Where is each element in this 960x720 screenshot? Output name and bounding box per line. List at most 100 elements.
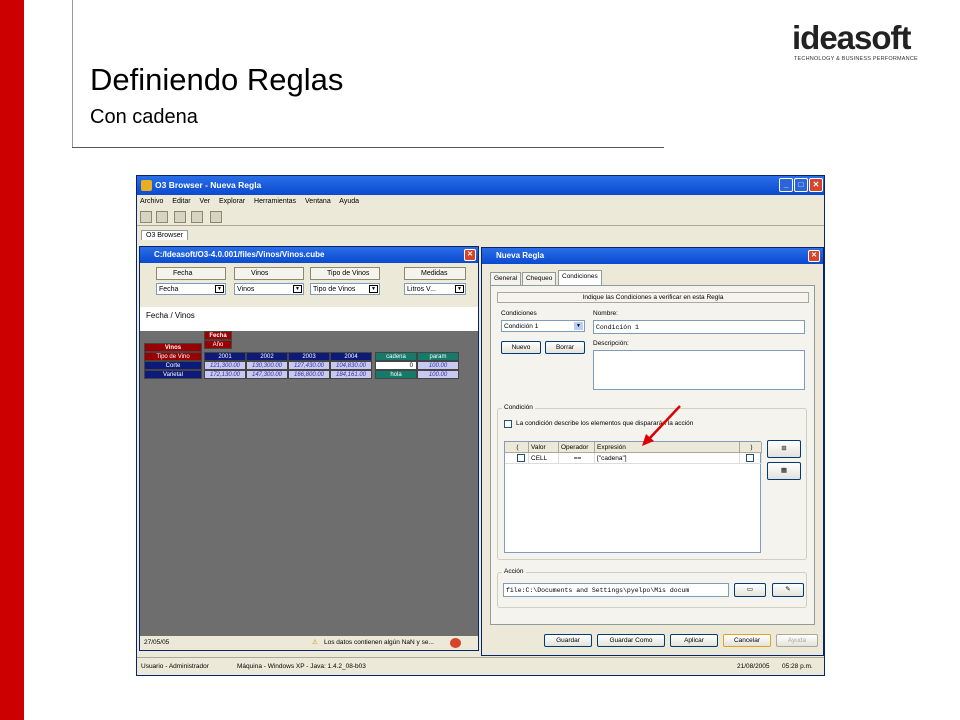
save-icon[interactable] [156,211,168,223]
dimension-header[interactable]: Fecha [156,267,226,280]
cell-operador[interactable]: == [559,453,595,464]
dialog-close-icon[interactable]: ✕ [808,250,820,262]
chevron-down-icon[interactable]: ▼ [574,322,583,330]
dimension-select[interactable]: Litros V... ▼ [404,283,466,295]
export-icon[interactable] [174,211,186,223]
data-cell[interactable]: 166,800.00 [288,370,330,379]
tab-chequeo[interactable]: Chequeo [522,272,557,285]
menu-herramientas[interactable]: Herramientas [254,198,296,205]
dimension-tipo-de-vinos[interactable]: Tipo de Vinos Tipo de Vinos ▼ [310,267,380,298]
cancelar-button[interactable]: Cancelar [723,634,771,647]
print-icon[interactable] [191,211,203,223]
dimension-header[interactable]: Vinos [234,267,304,280]
data-cell[interactable]: 172,130.00 [204,370,246,379]
warning-icon: ⚠ [312,639,318,646]
cadena-cell[interactable]: hola [375,370,417,379]
aplicar-button[interactable]: Aplicar [670,634,718,647]
accion-group-title: Acción [502,568,526,575]
year-header[interactable]: 2001 [204,352,246,361]
dimension-medidas[interactable]: Medidas Litros V... ▼ [404,267,466,298]
cell-expresion[interactable]: ["cadena"] [595,453,740,464]
app-titlebar: O3 Browser - Nueva Regla _ □ ✕ [137,176,824,195]
dimension-vinos[interactable]: Vinos Vinos ▼ [234,267,304,298]
cube-close-icon[interactable]: ✕ [464,249,476,261]
year-header[interactable]: 2003 [288,352,330,361]
row-level-header[interactable]: Tipo de Vino [144,352,202,361]
col-operador: Operador [559,442,595,453]
data-cell[interactable]: 147,300.00 [246,370,288,379]
year-header[interactable]: 2004 [330,352,372,361]
nuevo-button[interactable]: Nuevo [501,341,541,354]
dimension-header[interactable]: Tipo de Vinos [310,267,380,280]
col-dim-header[interactable]: Fecha [204,331,232,340]
delete-row-icon[interactable]: ▦ [767,462,801,480]
col-open-paren: ( [505,442,529,453]
status-user: Usuario - Administrador [141,663,209,670]
tab-o3-browser[interactable]: O3 Browser [141,230,188,240]
condicion-group-title: Condición [502,404,535,411]
chevron-down-icon: ▼ [293,285,302,293]
edit-file-icon[interactable]: ✎ [772,583,804,597]
dimension-header[interactable]: Medidas [404,267,466,280]
menu-ayuda[interactable]: Ayuda [339,198,359,205]
annotation-arrow-icon [642,405,681,446]
open-folder-icon[interactable]: ▭ [734,583,766,597]
row-dim-header[interactable]: Vinos [144,343,202,352]
cadena-header[interactable]: cadena [375,352,417,361]
description-input[interactable] [593,350,805,390]
minimize-icon[interactable]: _ [779,178,793,192]
toolbar [137,208,824,226]
dimension-select[interactable]: Fecha ▼ [156,283,226,295]
data-cell[interactable]: 104,830.00 [330,361,372,370]
col-level-header[interactable]: Año [204,340,232,349]
error-icon[interactable] [450,638,461,648]
menu-explorar[interactable]: Explorar [219,198,245,205]
user-icon[interactable] [210,211,222,223]
maximize-icon[interactable]: □ [794,178,808,192]
row-label[interactable]: Corte [144,361,202,370]
data-cell[interactable]: 184,161.00 [330,370,372,379]
guardar-button[interactable]: Guardar [544,634,592,647]
action-input[interactable]: file:C:\Documents and Settings\pyelpo\Mi… [503,583,729,597]
slide-title: Definiendo Reglas [90,62,344,97]
cell-open-paren[interactable] [505,453,529,464]
data-cell[interactable]: 121,300.00 [204,361,246,370]
menu-editar[interactable]: Editar [172,198,190,205]
year-header[interactable]: 2002 [246,352,288,361]
cell-valor[interactable]: CELL [529,453,559,464]
dimension-select[interactable]: Tipo de Vinos ▼ [310,283,380,295]
tab-condiciones[interactable]: Condiciones [558,270,602,285]
dimension-select[interactable]: Vinos ▼ [234,283,304,295]
name-input[interactable]: Condición 1 [593,320,805,334]
data-cell[interactable]: 127,430.00 [288,361,330,370]
dialog-title: Nueva Regla [496,251,545,260]
trigger-checkbox[interactable] [504,420,512,428]
add-row-icon[interactable]: ⊞ [767,440,801,458]
cube-window: C:/Ideasoft/O3-4.0.001/files/Vinos/Vinos… [139,246,479,651]
open-icon[interactable] [140,211,152,223]
slide-subtitle: Con cadena [90,106,198,128]
cube-title: C:/Ideasoft/O3-4.0.001/files/Vinos/Vinos… [154,250,325,259]
tab-general[interactable]: General [490,272,522,285]
row-label[interactable]: Varietal [144,370,202,379]
menu-ventana[interactable]: Ventana [305,198,331,205]
param-cell[interactable]: 100.00 [417,370,459,379]
nueva-regla-dialog: Nueva Regla ✕ General Chequeo Condicione… [481,247,824,656]
cadena-cell[interactable]: 0 [375,361,417,370]
conditions-select[interactable]: Condición 1 ▼ [501,320,585,332]
dialog-titlebar: Nueva Regla ✕ [482,248,823,264]
data-cell[interactable]: 130,300.00 [246,361,288,370]
menu-ver[interactable]: Ver [200,198,211,205]
menu-archivo[interactable]: Archivo [140,198,163,205]
guardar-como-button[interactable]: Guardar Como [597,634,665,647]
col-close-paren: ) [740,442,762,453]
close-icon[interactable]: ✕ [809,178,823,192]
accent-bar [0,0,24,720]
param-cell[interactable]: 100.00 [417,361,459,370]
param-header[interactable]: param [417,352,459,361]
borrar-button[interactable]: Borrar [545,341,585,354]
divider-vertical [72,0,73,148]
cube-view-label: Fecha / Vinos [140,307,478,331]
cell-close-paren[interactable] [740,453,762,464]
dimension-fecha[interactable]: Fecha Fecha ▼ [156,267,226,298]
